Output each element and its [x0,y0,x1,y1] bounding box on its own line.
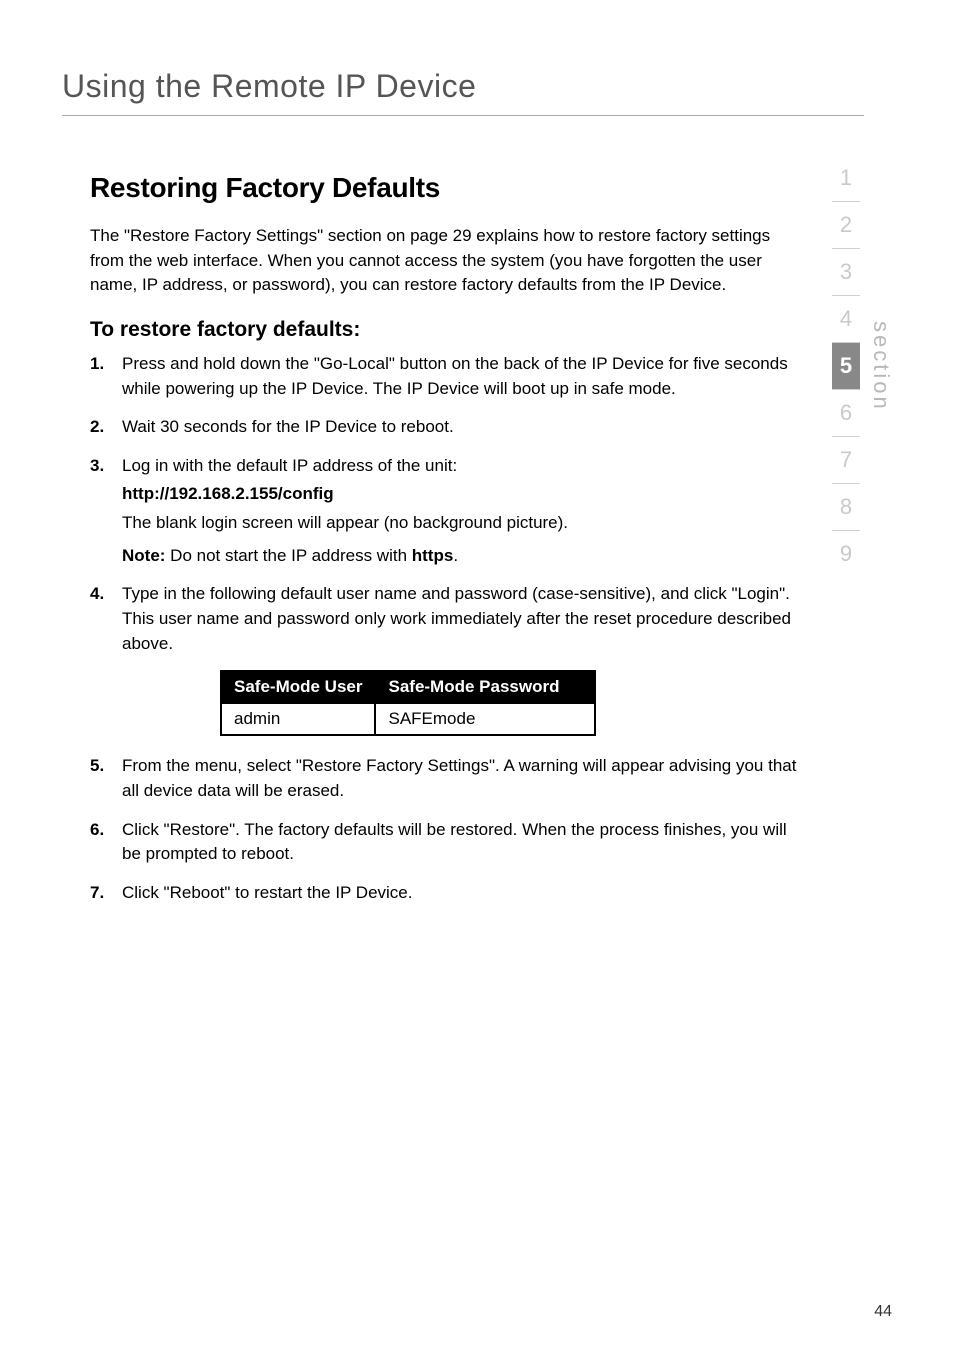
step-number: 7. [90,881,122,910]
table-cell-password: SAFEmode [375,703,595,735]
step-text: Press and hold down the "Go-Local" butto… [122,352,800,401]
section-nav-1[interactable]: 1 [832,155,860,202]
note-mid: Do not start the IP address with [165,546,411,565]
section-numbers: 1 2 3 4 5 6 7 8 9 [832,155,860,577]
table-header-row: Safe-Mode User Safe-Mode Password [221,671,595,703]
steps-list-cont: 5. From the menu, select "Restore Factor… [90,754,800,909]
step-3: 3. Log in with the default IP address of… [90,454,800,573]
step-7: 7. Click "Reboot" to restart the IP Devi… [90,881,800,910]
step-4: 4. Type in the following default user na… [90,582,800,660]
table-row: admin SAFEmode [221,703,595,735]
step-text: Log in with the default IP address of th… [122,454,800,479]
section-nav-strip: 1 2 3 4 5 6 7 8 9 section [832,155,894,577]
steps-list: 1. Press and hold down the "Go-Local" bu… [90,352,800,660]
step-number: 1. [90,352,122,405]
table-header: Safe-Mode Password [375,671,595,703]
section-nav-7[interactable]: 7 [832,437,860,484]
step-number: 3. [90,454,122,573]
step-text: Type in the following default user name … [122,582,800,656]
step-text: Click "Restore". The factory defaults wi… [122,818,800,867]
step-text: From the menu, select "Restore Factory S… [122,754,800,803]
config-url: http://192.168.2.155/config [122,482,800,507]
step-number: 6. [90,818,122,871]
note-https: https [412,546,454,565]
sub-heading: To restore factory defaults: [90,318,864,342]
section-nav-2[interactable]: 2 [832,202,860,249]
table-header: Safe-Mode User [221,671,375,703]
step-text: Wait 30 seconds for the IP Device to reb… [122,415,800,440]
section-nav-4[interactable]: 4 [832,296,860,343]
safe-mode-table: Safe-Mode User Safe-Mode Password admin … [220,670,596,736]
section-nav-5[interactable]: 5 [832,343,860,390]
step-number: 2. [90,415,122,444]
page-number: 44 [874,1303,892,1321]
step-6: 6. Click "Restore". The factory defaults… [90,818,800,871]
note-tail: . [453,546,458,565]
step-number: 5. [90,754,122,807]
step-note: Note: Do not start the IP address with h… [122,544,800,569]
section-heading: Restoring Factory Defaults [90,172,864,204]
table-cell-user: admin [221,703,375,735]
section-vertical-label: section [868,321,894,412]
step-1: 1. Press and hold down the "Go-Local" bu… [90,352,800,405]
step-text: Click "Reboot" to restart the IP Device. [122,881,800,906]
step-2: 2. Wait 30 seconds for the IP Device to … [90,415,800,444]
page-title: Using the Remote IP Device [62,68,864,116]
intro-paragraph: The "Restore Factory Settings" section o… [90,224,790,298]
step-5: 5. From the menu, select "Restore Factor… [90,754,800,807]
note-label: Note: [122,546,165,565]
section-nav-6[interactable]: 6 [832,390,860,437]
section-nav-3[interactable]: 3 [832,249,860,296]
section-nav-8[interactable]: 8 [832,484,860,531]
step-text: The blank login screen will appear (no b… [122,511,800,536]
section-nav-9[interactable]: 9 [832,531,860,577]
step-number: 4. [90,582,122,660]
